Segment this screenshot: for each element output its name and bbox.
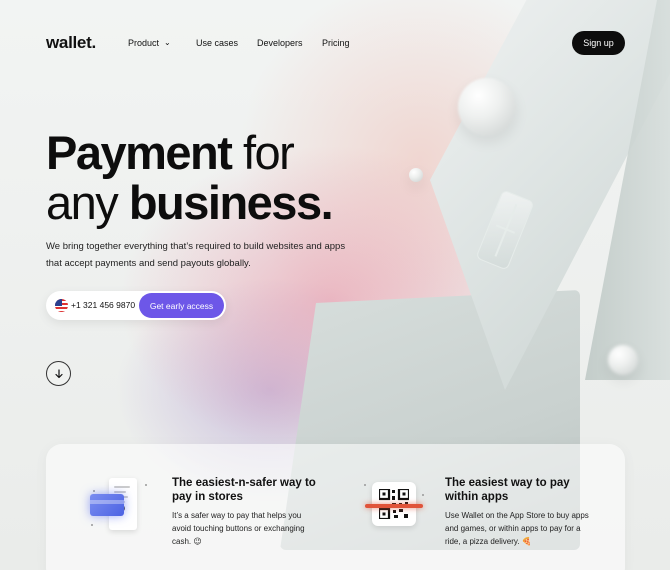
scroll-down-button[interactable] — [46, 361, 71, 386]
decor-dot — [364, 484, 366, 486]
arrow-down-icon — [54, 368, 63, 378]
feature-title: The easiest way to pay within apps — [445, 477, 570, 503]
scan-line — [365, 504, 423, 508]
decor-dot — [91, 524, 93, 526]
sign-up-button[interactable]: Sign up — [572, 31, 625, 55]
decorative-sphere — [409, 168, 423, 182]
in-store-payment-illustration: $ — [85, 474, 155, 534]
feature-title: The easiest-n-safer way to pay in stores — [172, 477, 316, 503]
feature-description: Use Wallet on the App Store to buy apps … — [445, 511, 589, 546]
nav-item-label: Product — [128, 38, 160, 48]
nav-item-pricing[interactable]: Pricing — [322, 38, 350, 48]
us-flag-icon[interactable] — [55, 299, 68, 312]
decorative-sphere — [458, 78, 516, 136]
chevron-down-icon: ⌄ — [164, 38, 171, 47]
logo[interactable]: wallet. — [46, 33, 96, 53]
feature-description: It’s a safer way to pay that helps you a… — [172, 511, 305, 546]
decor-dot — [93, 490, 95, 492]
decorative-sphere — [608, 345, 638, 375]
hero-title-bold-1: Payment — [46, 126, 233, 179]
hero-title-bold-2: business. — [128, 176, 334, 229]
get-early-access-button[interactable]: Get early access — [139, 293, 224, 318]
nav-item-product[interactable]: Product ⌄ — [128, 38, 171, 48]
decor-dot — [145, 484, 147, 486]
credit-card-icon — [90, 494, 124, 516]
hero-subtitle: We bring together everything that’s requ… — [46, 241, 346, 269]
hero-title-light-1: for — [231, 126, 295, 179]
phone-number-field[interactable]: +1 321 456 9870 — [71, 300, 135, 310]
in-app-payment-illustration — [360, 474, 430, 534]
phone-cta-form: +1 321 456 9870 Get early access — [46, 291, 226, 320]
decor-dot — [422, 494, 424, 496]
hero-title-light-2: any — [46, 176, 129, 229]
nav-item-developers[interactable]: Developers — [257, 38, 303, 48]
hero-title: Payment for any business. — [46, 126, 334, 229]
nav-item-use-cases[interactable]: Use cases — [196, 38, 238, 48]
